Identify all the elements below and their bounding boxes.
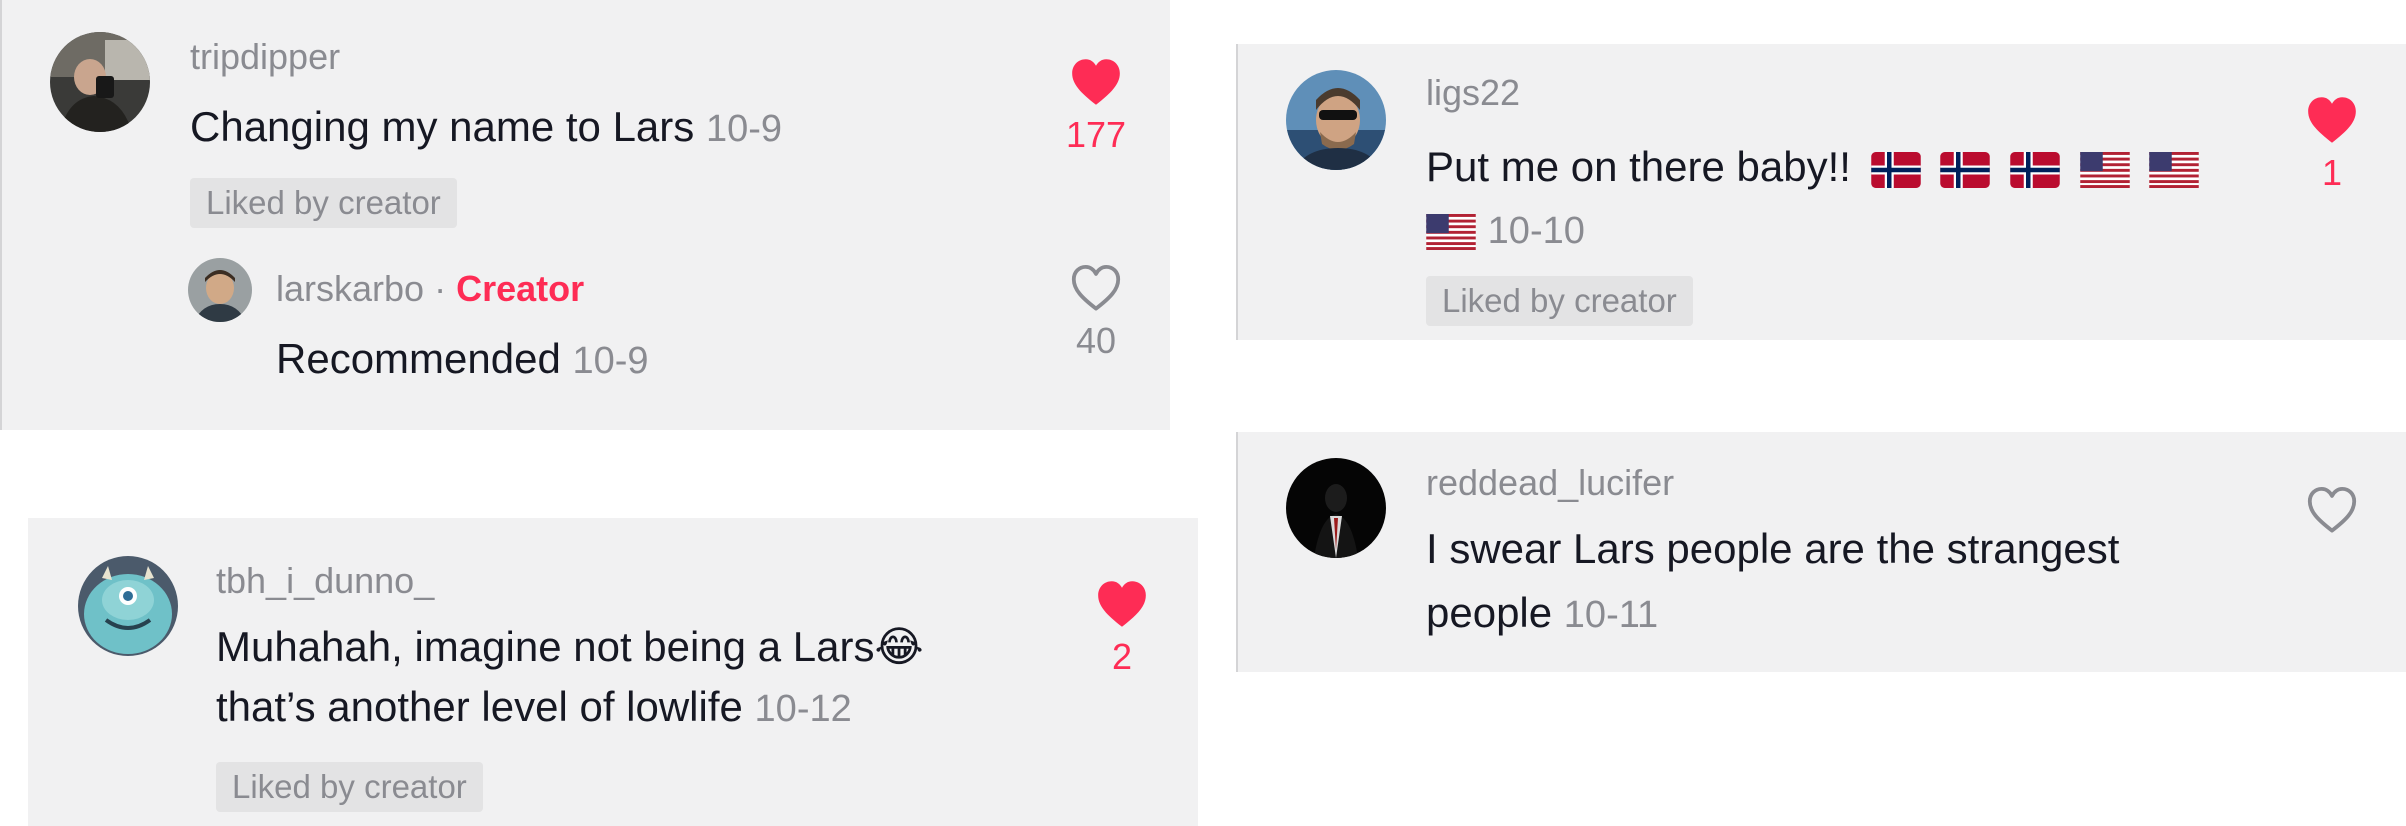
comment-text-line2: people 10-11 [1426,582,1658,646]
like-count: 177 [1065,114,1127,155]
comment-card: tripdipper Changing my name to Lars 10-9… [0,0,1170,430]
like-button[interactable]: 1 [2292,96,2372,194]
comment-body: Put me on there baby!! [1426,143,1851,190]
reply-like-button[interactable]: 40 [1056,264,1136,362]
liked-by-creator-badge: Liked by creator [190,178,457,228]
heart-filled-icon [1096,580,1148,628]
creator-label: Creator [456,268,585,309]
heart-filled-icon [1070,58,1122,106]
reply-avatar[interactable] [188,258,252,322]
comment-username[interactable]: reddead_lucifer [1426,462,1674,504]
liked-by-creator-badge: Liked by creator [216,762,483,812]
comment-date: 10-11 [1563,594,1659,636]
comment-body-line1: Muhahah, imagine not being a Lars😂 [216,623,924,670]
like-button[interactable]: 2 [1082,580,1162,678]
usa-flag-icon [1426,214,1476,250]
avatar[interactable] [1286,458,1386,558]
comment-text: Changing my name to Lars 10-9 [190,96,782,160]
avatar[interactable] [1286,70,1386,170]
comment-text-line2: that’s another level of lowlife 10-12 [216,676,852,740]
comment-text-line2: 10-10 [1426,198,1585,262]
comment-text: I swear Lars people are the strangest [1426,518,2119,580]
comment-username[interactable]: tripdipper [190,36,340,78]
comment-card: tbh_i_dunno_ Muhahah, imagine not being … [28,518,1198,826]
reply-like-count: 40 [1075,320,1117,361]
avatar[interactable] [78,556,178,656]
comment-text: Put me on there baby!! [1426,136,2199,198]
comment-username[interactable]: ligs22 [1426,72,1520,114]
separator-dot: · [434,268,447,309]
comment-date: 10-10 [1487,210,1585,252]
comment-body-line2: that’s another level of lowlife [216,683,743,730]
reply-body: Recommended [276,335,561,382]
comment-card: reddead_lucifer I swear Lars people are … [1236,432,2406,672]
heart-outline-icon [1070,264,1122,312]
like-button[interactable] [2292,486,2372,534]
like-count: 2 [1111,636,1133,677]
reply-text: Recommended 10-9 [276,328,649,392]
usa-flag-icon [2149,152,2199,188]
comment-body: Changing my name to Lars [190,103,695,150]
comment-date: 10-12 [754,688,852,730]
liked-by-creator-badge: Liked by creator [1426,276,1693,326]
comment-card: ligs22 Put me on there baby!! 10-10 Like… [1236,44,2406,340]
comment-body-line2: people [1426,589,1553,636]
usa-flag-icon [2080,152,2130,188]
reply-header: larskarbo · Creator [276,268,584,310]
norway-flag-icon [1871,152,1921,188]
heart-filled-icon [2306,96,2358,144]
avatar[interactable] [50,32,150,132]
comment-username[interactable]: tbh_i_dunno_ [216,560,434,602]
like-button[interactable]: 177 [1056,58,1136,156]
comment-date: 10-9 [705,108,783,150]
comment-body-line1: I swear Lars people are the strangest [1426,525,2120,572]
comment-text: Muhahah, imagine not being a Lars😂 [216,616,924,678]
heart-outline-icon [2306,486,2358,534]
like-count: 1 [2321,152,2343,193]
norway-flag-icon [1940,152,1990,188]
norway-flag-icon [2010,152,2060,188]
reply-date: 10-9 [572,340,649,382]
reply-username[interactable]: larskarbo [276,268,424,309]
